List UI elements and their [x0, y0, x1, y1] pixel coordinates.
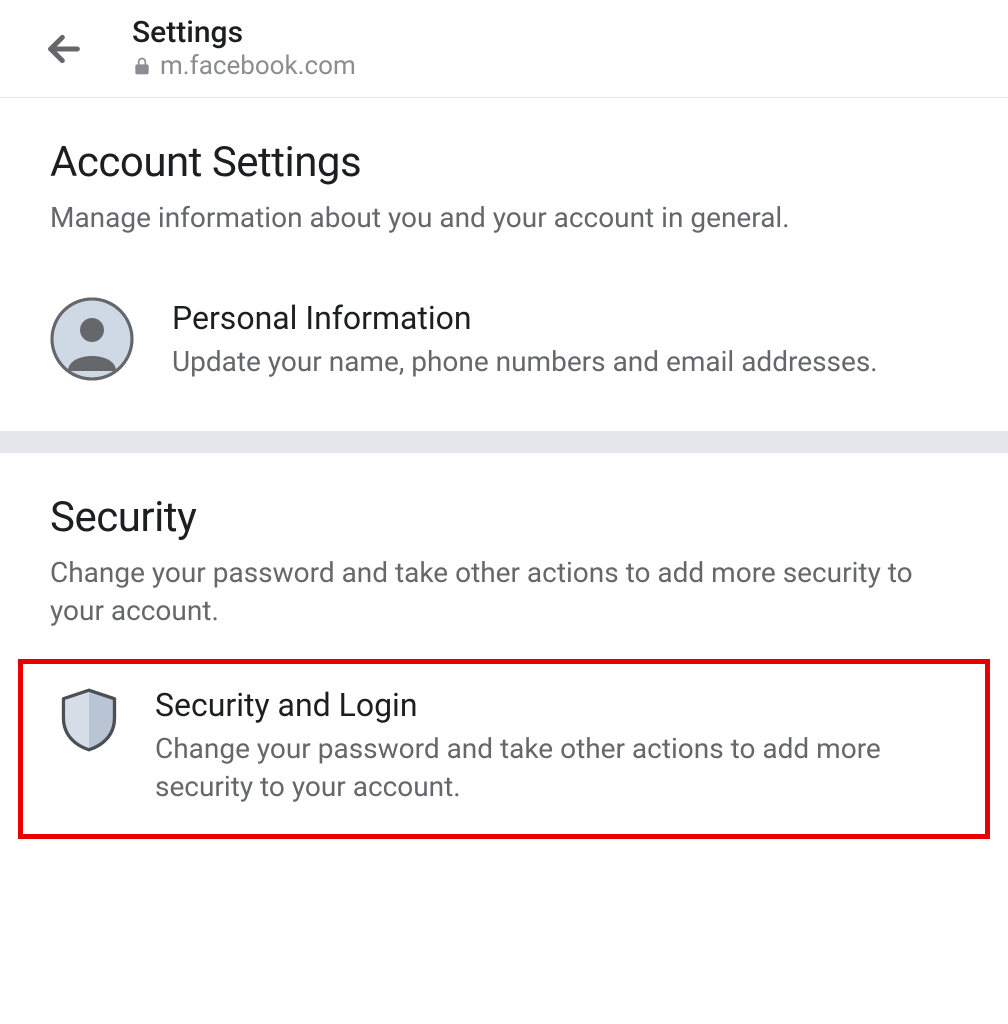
header-bar: Settings m.facebook.com — [0, 0, 1008, 98]
page-title: Settings — [132, 16, 356, 49]
arrow-left-icon — [44, 29, 84, 69]
security-and-login-item[interactable]: Security and Login Change your password … — [53, 684, 955, 806]
back-button[interactable] — [40, 25, 88, 73]
personal-information-item[interactable]: Personal Information Update your name, p… — [50, 267, 958, 381]
shield-icon — [53, 684, 125, 756]
security-and-login-body: Security and Login Change your password … — [155, 684, 955, 806]
account-settings-description: Manage information about you and your ac… — [50, 199, 958, 237]
personal-information-title: Personal Information — [172, 299, 958, 337]
domain-text: m.facebook.com — [160, 51, 356, 81]
security-description: Change your password and take other acti… — [50, 554, 958, 630]
account-settings-section: Account Settings Manage information abou… — [0, 98, 1008, 431]
person-icon — [50, 297, 134, 381]
lock-icon — [132, 56, 152, 76]
security-title: Security — [50, 493, 958, 542]
section-divider — [0, 431, 1008, 453]
page-domain: m.facebook.com — [132, 51, 356, 81]
account-settings-title: Account Settings — [50, 138, 958, 187]
security-section: Security Change your password and take o… — [0, 453, 1008, 650]
security-and-login-title: Security and Login — [155, 686, 955, 724]
personal-information-description: Update your name, phone numbers and emai… — [172, 343, 958, 381]
personal-information-body: Personal Information Update your name, p… — [172, 297, 958, 381]
security-and-login-description: Change your password and take other acti… — [155, 730, 955, 806]
header-text: Settings m.facebook.com — [132, 16, 356, 81]
highlight-annotation: Security and Login Change your password … — [18, 659, 990, 839]
